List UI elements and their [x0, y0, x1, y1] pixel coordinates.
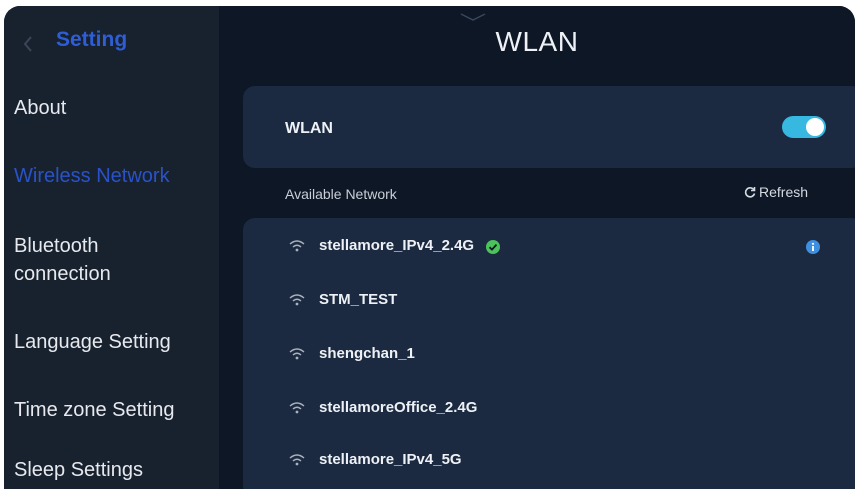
- main-panel: WLAN WLAN Available Network Refresh stel…: [219, 6, 855, 489]
- wifi-icon: [289, 348, 305, 360]
- page-title: WLAN: [495, 26, 579, 57]
- sidebar-title: Setting: [56, 28, 128, 51]
- wlan-toggle[interactable]: [782, 116, 826, 138]
- pull-down-handle-icon[interactable]: [459, 12, 487, 22]
- sidebar-item-language[interactable]: Language Setting: [14, 328, 214, 356]
- network-name: stellamoreOffice_2.4G: [319, 399, 478, 416]
- sidebar-item-wireless-network[interactable]: Wireless Network: [14, 162, 214, 190]
- wifi-icon: [289, 240, 305, 252]
- available-network-label: Available Network: [285, 186, 397, 202]
- wifi-icon: [289, 294, 305, 306]
- wifi-icon: [289, 402, 305, 414]
- refresh-label: Refresh: [759, 184, 809, 200]
- settings-window: Setting About Wireless Network Bluetooth…: [4, 6, 855, 489]
- network-name: stellamore_IPv4_2.4G: [319, 237, 475, 254]
- sidebar-header: Setting: [4, 6, 219, 80]
- sidebar-item-sleep[interactable]: Sleep Settings: [14, 456, 214, 484]
- connected-check-icon: [486, 240, 501, 254]
- sidebar-item-about[interactable]: About: [14, 94, 214, 122]
- network-name: shengchan_1: [319, 345, 415, 362]
- info-icon[interactable]: [806, 240, 820, 254]
- sidebar-item-time-zone[interactable]: Time zone Setting: [14, 396, 214, 424]
- sidebar-item-bluetooth[interactable]: Bluetooth connection: [14, 232, 214, 288]
- network-name: STM_TEST: [319, 291, 398, 308]
- sidebar: Setting About Wireless Network Bluetooth…: [4, 6, 219, 489]
- toggle-knob: [806, 118, 824, 136]
- refresh-button[interactable]: Refresh: [744, 184, 808, 200]
- wifi-icon: [289, 454, 305, 466]
- network-name: stellamore_IPv4_5G: [319, 451, 462, 468]
- wlan-label: WLAN: [285, 120, 333, 137]
- refresh-icon: [744, 187, 756, 198]
- wlan-toggle-card: [243, 86, 855, 168]
- back-chevron-icon[interactable]: [22, 34, 34, 54]
